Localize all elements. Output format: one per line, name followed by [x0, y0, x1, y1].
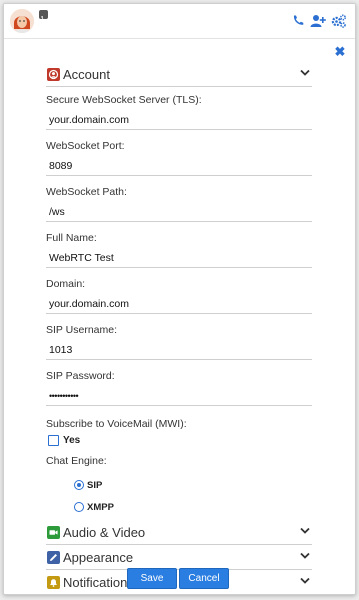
chat-engine-label: Chat Engine:	[46, 455, 107, 467]
settings-icon[interactable]	[331, 14, 347, 28]
settings-window: ✖ Account Secure WebSocket Server (TLS):…	[3, 3, 356, 595]
domain-input[interactable]	[46, 294, 312, 314]
phone-status-icon	[39, 10, 48, 21]
sip-radio-label: SIP	[87, 479, 103, 491]
section-label: Audio & Video	[63, 524, 146, 540]
section-appearance[interactable]: Appearance	[46, 545, 312, 570]
add-user-icon[interactable]	[310, 14, 326, 28]
section-label: Notifications	[63, 574, 134, 590]
voicemail-label: Subscribe to VoiceMail (MWI):	[46, 418, 187, 430]
save-button[interactable]: Save	[127, 568, 177, 589]
section-account[interactable]: Account	[46, 62, 312, 87]
chevron-down-icon[interactable]	[300, 552, 310, 560]
video-icon	[47, 525, 60, 539]
sip-username-input[interactable]	[46, 340, 312, 360]
section-label: Appearance	[63, 549, 134, 565]
xmpp-radio-label: XMPP	[87, 501, 114, 513]
domain-label: Domain:	[46, 278, 86, 290]
chevron-down-icon[interactable]	[300, 69, 310, 77]
full-name-input[interactable]	[46, 248, 312, 268]
sip-radio[interactable]	[74, 480, 84, 490]
wss-server-label: Secure WebSocket Server (TLS):	[46, 94, 202, 106]
full-name-label: Full Name:	[46, 232, 97, 244]
chat-engine-option-xmpp[interactable]: XMPP	[74, 500, 312, 514]
section-label: Account	[63, 66, 110, 82]
sip-password-input[interactable]	[46, 386, 312, 406]
top-bar	[4, 4, 355, 39]
voicemail-yes-label: Yes	[63, 435, 81, 446]
ws-port-input[interactable]	[46, 156, 312, 176]
phone-icon[interactable]	[291, 14, 305, 28]
account-icon	[47, 67, 60, 81]
sip-password-label: SIP Password:	[46, 370, 115, 382]
cancel-button[interactable]: Cancel	[179, 568, 229, 589]
sip-username-label: SIP Username:	[46, 324, 118, 336]
section-audio-video[interactable]: Audio & Video	[46, 520, 312, 545]
wss-server-input[interactable]	[46, 110, 312, 130]
settings-form: Account Secure WebSocket Server (TLS): W…	[46, 62, 312, 594]
ws-path-label: WebSocket Path:	[46, 186, 127, 198]
voicemail-checkbox[interactable]	[48, 435, 59, 446]
bell-icon	[47, 575, 60, 589]
close-icon[interactable]: ✖	[334, 45, 346, 58]
chevron-down-icon[interactable]	[300, 527, 310, 535]
pen-icon	[47, 550, 60, 564]
chevron-down-icon[interactable]	[300, 577, 310, 585]
avatar-icon[interactable]	[10, 9, 34, 33]
chat-engine-option-sip[interactable]: SIP	[74, 478, 312, 492]
xmpp-radio[interactable]	[74, 502, 84, 512]
ws-port-label: WebSocket Port:	[46, 140, 125, 152]
voicemail-option[interactable]: Yes	[46, 435, 312, 446]
ws-path-input[interactable]	[46, 202, 312, 222]
